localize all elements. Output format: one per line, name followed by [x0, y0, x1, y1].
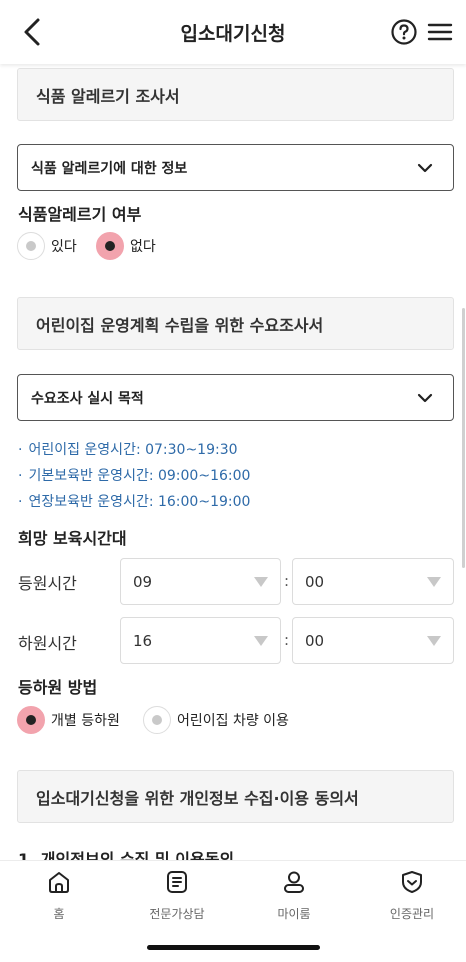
tab-label: 홈: [53, 907, 65, 921]
radio-selected-icon: [17, 706, 45, 734]
select-value: 09: [133, 572, 153, 591]
privacy-subheading: 1. 개인정보의 수집 및 이용동의: [18, 850, 235, 860]
tab-label: 마이룸: [277, 907, 311, 921]
arrival-time-label: 등원시간: [18, 574, 77, 593]
info-line: · 연장보육반 운영시간: 16:00~19:00: [18, 494, 251, 510]
form-content[interactable]: 식품 알레르기 조사서 식품 알레르기에 대한 정보 식품알레르기 여부 있다 …: [0, 64, 466, 860]
back-arrow-icon[interactable]: [14, 16, 48, 48]
radio-circle-icon: [17, 232, 45, 260]
privacy-consent-header: 입소대기신청을 위한 개인정보 수집·이용 동의서: [17, 770, 454, 823]
dropdown-triangle-icon: [427, 636, 441, 646]
radio-circle-icon: [143, 706, 171, 734]
tab-label: 인증관리: [389, 907, 435, 921]
dropdown-triangle-icon: [254, 577, 268, 587]
tab-certification[interactable]: 인증관리: [362, 869, 462, 922]
allergy-question: 식품알레르기 여부: [18, 205, 142, 224]
tab-home[interactable]: 홈: [9, 869, 109, 922]
page-title: 입소대기신청: [180, 22, 286, 45]
home-indicator: [147, 945, 320, 950]
tab-my-room[interactable]: 마이룸: [244, 869, 344, 922]
select-value: 00: [305, 631, 325, 650]
tab-expert-consult[interactable]: 전문가상담: [127, 869, 227, 922]
arrival-hour-select[interactable]: 09: [120, 558, 281, 605]
allergy-yes-radio[interactable]: 있다: [17, 232, 77, 260]
radio-label: 없다: [130, 239, 156, 255]
help-icon[interactable]: [390, 18, 418, 46]
time-separator: :: [284, 572, 290, 590]
dropdown-triangle-icon: [254, 636, 268, 646]
dropdown-triangle-icon: [427, 577, 441, 587]
select-value: 16: [133, 631, 153, 650]
consult-icon: [167, 871, 187, 893]
departure-time-label: 하원시간: [18, 634, 77, 653]
survey-dropdown-label: 수요조사 실시 목적: [31, 390, 144, 407]
allergy-dropdown-label: 식품 알레르기에 대한 정보: [31, 160, 188, 177]
survey-purpose-dropdown[interactable]: 수요조사 실시 목적: [17, 374, 454, 421]
allergy-no-radio[interactable]: 없다: [96, 232, 156, 260]
chevron-down-icon: [417, 393, 433, 403]
commute-individual-radio[interactable]: 개별 등하원: [17, 706, 120, 734]
preferred-time-title: 희망 보육시간대: [18, 529, 127, 548]
tab-label: 전문가상담: [149, 907, 205, 921]
top-app-bar: 입소대기신청: [0, 0, 466, 64]
home-icon: [49, 872, 69, 893]
chevron-down-icon: [417, 163, 433, 173]
commute-bus-radio[interactable]: 어린이집 차량 이용: [143, 706, 289, 734]
select-value: 00: [305, 572, 325, 591]
arrival-minute-select[interactable]: 00: [292, 558, 454, 605]
info-line: · 기본보육반 운영시간: 09:00~16:00: [18, 468, 251, 484]
departure-minute-select[interactable]: 00: [292, 617, 454, 664]
time-separator: :: [284, 631, 290, 649]
radio-label: 개별 등하원: [51, 713, 120, 729]
hamburger-menu-icon[interactable]: [426, 18, 454, 46]
allergy-survey-header: 식품 알레르기 조사서: [17, 68, 454, 121]
commute-method-title: 등하원 방법: [18, 678, 98, 697]
radio-label: 어린이집 차량 이용: [177, 713, 289, 729]
shield-icon: [402, 871, 422, 893]
info-line: · 어린이집 운영시간: 07:30~19:30: [18, 442, 238, 458]
person-icon: [284, 871, 304, 893]
radio-label: 있다: [51, 239, 77, 255]
departure-hour-select[interactable]: 16: [120, 617, 281, 664]
radio-selected-icon: [96, 232, 124, 260]
allergy-info-dropdown[interactable]: 식품 알레르기에 대한 정보: [17, 144, 454, 191]
demand-survey-header: 어린이집 운영계획 수립을 위한 수요조사서: [17, 297, 454, 350]
scrollbar[interactable]: [462, 308, 465, 568]
